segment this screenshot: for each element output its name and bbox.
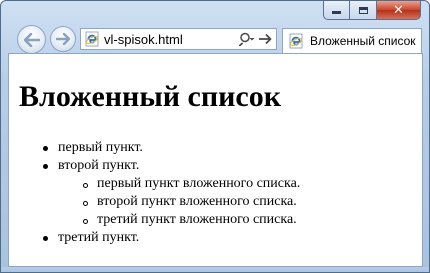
bullet-disc-icon: [43, 236, 48, 241]
nested-list-item: первый пункт вложенного списка.: [97, 176, 301, 191]
bullet-circle-icon: [83, 183, 88, 188]
close-icon: ✕: [393, 2, 404, 18]
page-title: Вложенный список: [19, 80, 282, 113]
bullet-disc-icon: [43, 164, 48, 169]
address-bar[interactable]: vl-spisok.html: [80, 28, 277, 50]
go-arrow-icon: [259, 33, 272, 45]
minimize-button[interactable]: [323, 1, 350, 20]
window-caption-buttons: ✕: [323, 1, 421, 20]
browser-window: ✕ vl-spisok.html Вложенный список Вложен…: [0, 0, 430, 273]
bullet-circle-icon: [83, 201, 88, 206]
list-item: первый пункт.: [58, 140, 143, 155]
tab-active[interactable]: Вложенный список: [282, 28, 422, 53]
maximize-button[interactable]: [350, 1, 377, 20]
minimize-icon: [332, 11, 341, 14]
maximize-icon: [358, 6, 368, 14]
forward-button[interactable]: [50, 26, 76, 52]
back-arrow-icon: [23, 32, 40, 47]
bullet-circle-icon: [83, 219, 88, 224]
window-bottom-frame: [1, 267, 429, 272]
search-button[interactable]: [239, 32, 255, 46]
ie-page-icon: [85, 31, 99, 47]
search-icon: [239, 32, 255, 46]
list-item: второй пункт.: [58, 158, 140, 173]
list-item: третий пункт.: [58, 230, 140, 245]
back-button[interactable]: [17, 25, 46, 54]
close-button[interactable]: ✕: [377, 1, 421, 20]
go-button[interactable]: [258, 33, 272, 45]
address-tools: [236, 32, 272, 46]
ie-page-icon: [289, 33, 303, 49]
forward-arrow-icon: [56, 33, 70, 45]
bullet-disc-icon: [43, 146, 48, 151]
nested-list-item: второй пункт вложенного списка.: [97, 194, 297, 209]
page-viewport: Вложенный список первый пункт. второй пу…: [8, 53, 423, 267]
address-url: vl-spisok.html: [104, 31, 183, 47]
nested-list-item: третий пункт вложенного списка.: [97, 212, 297, 227]
tab-title: Вложенный список: [310, 34, 416, 48]
